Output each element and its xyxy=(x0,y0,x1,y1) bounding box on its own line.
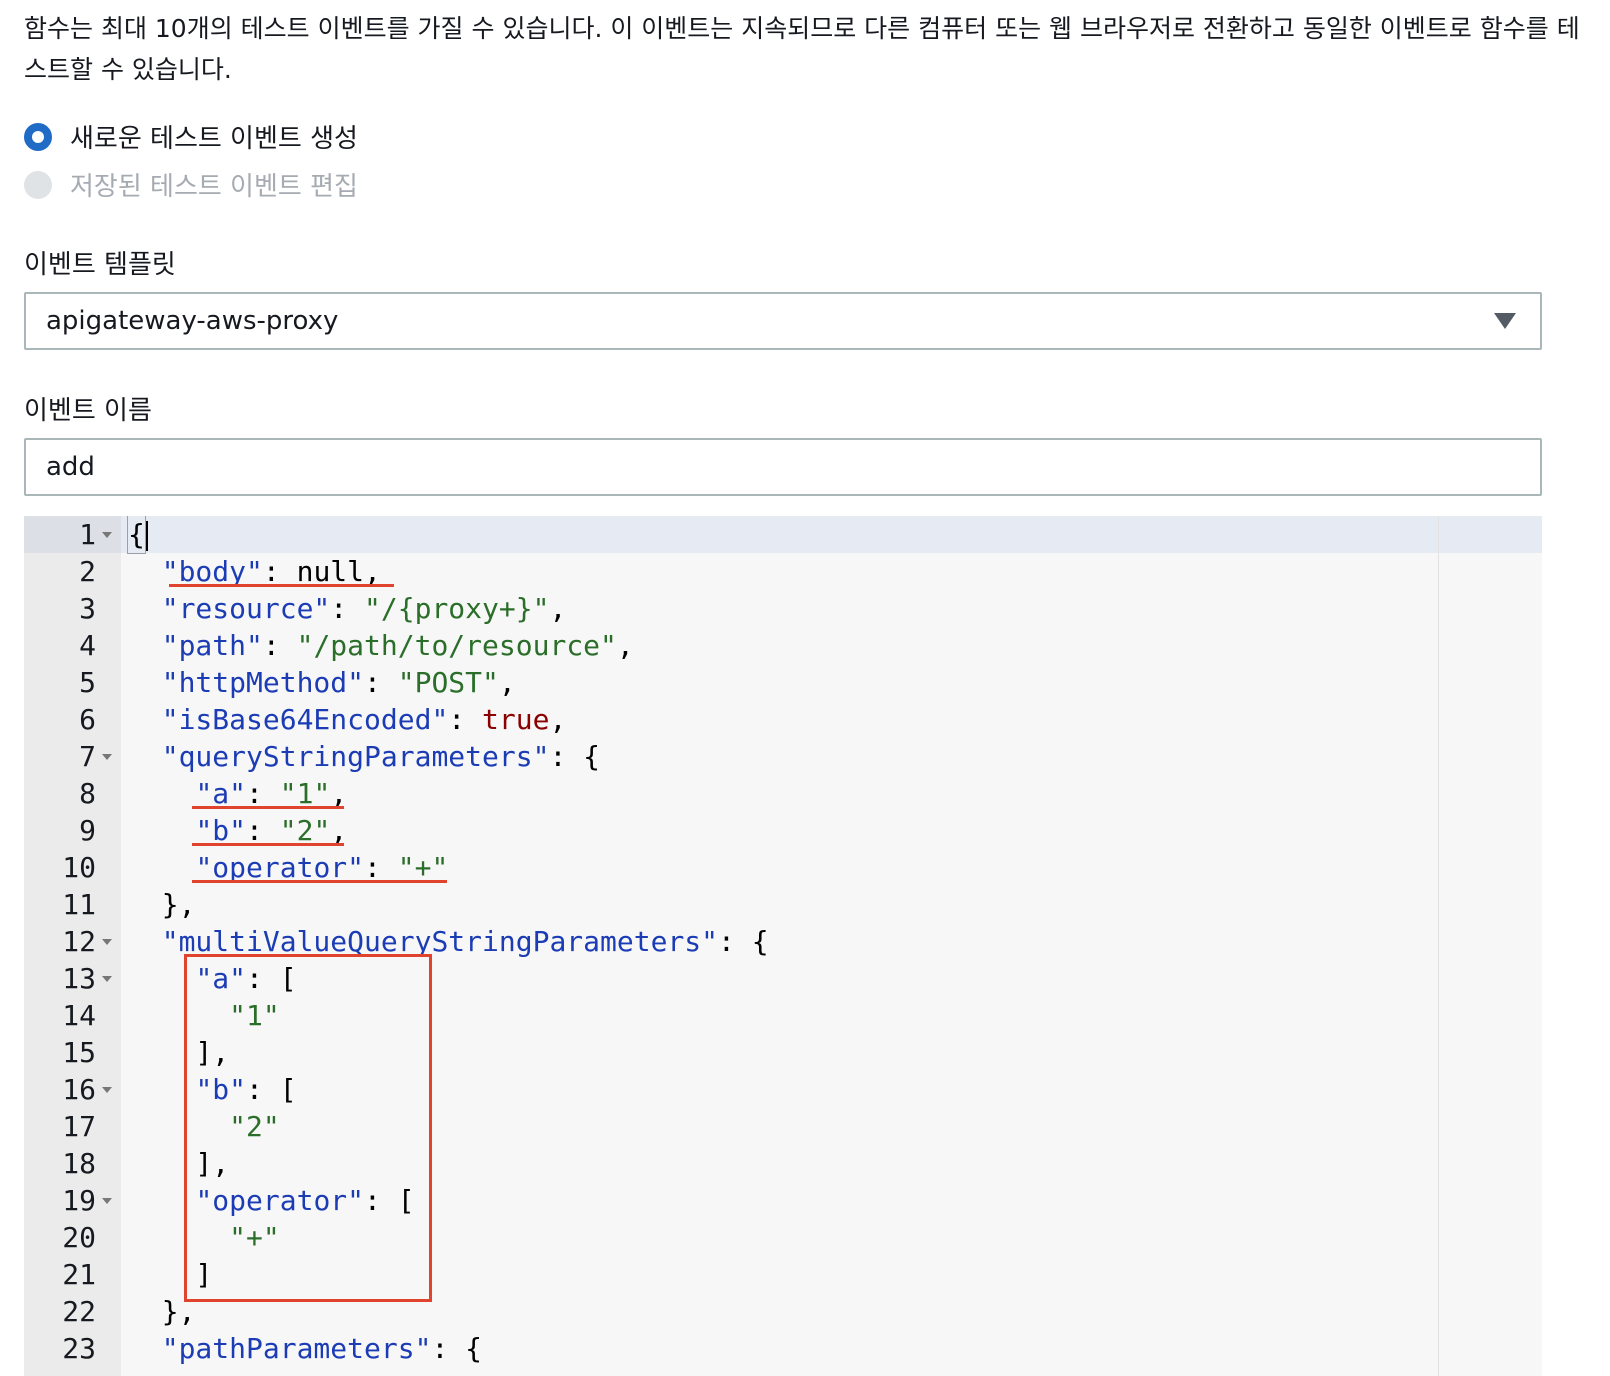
radio-create-new-label: 새로운 테스트 이벤트 생성 xyxy=(70,124,358,154)
code-text: }, xyxy=(128,888,196,921)
code-line[interactable]: 11 }, xyxy=(24,886,1542,923)
radio-edit-saved-label: 저장된 테스트 이벤트 편집 xyxy=(70,172,358,202)
fold-arrow-icon[interactable] xyxy=(102,976,112,982)
code-text: "resource": "/{proxy+}", xyxy=(161,592,567,625)
code-text: { xyxy=(127,516,148,554)
line-number: 23 xyxy=(62,1332,96,1365)
line-number: 4 xyxy=(79,629,96,662)
caret-down-icon xyxy=(1494,313,1516,329)
radio-create-new-event[interactable]: 새로운 테스트 이벤트 생성 xyxy=(24,118,358,155)
line-number: 6 xyxy=(79,703,96,736)
annotation-underline-b xyxy=(192,843,344,846)
annotation-underline-body xyxy=(169,584,394,587)
fold-arrow-icon[interactable] xyxy=(102,939,112,945)
line-number: 11 xyxy=(62,888,96,921)
line-number: 15 xyxy=(62,1036,96,1069)
json-code-editor[interactable]: 1{2 "body": null, 3 "resource": "/{proxy+… xyxy=(24,516,1542,1376)
radio-unselected-icon[interactable] xyxy=(24,170,52,199)
fold-arrow-icon[interactable] xyxy=(102,532,112,538)
description-text: 함수는 최대 10개의 테스트 이벤트를 가질 수 있습니다. 이 이벤트는 지… xyxy=(24,14,1580,84)
annotation-underline-a xyxy=(192,806,344,809)
line-number: 7 xyxy=(79,740,96,773)
radio-edit-saved-event[interactable]: 저장된 테스트 이벤트 편집 xyxy=(24,166,358,203)
line-number: 13 xyxy=(62,962,96,995)
code-text: "pathParameters": { xyxy=(161,1332,483,1365)
line-number: 14 xyxy=(62,999,96,1032)
line-number: 3 xyxy=(79,592,96,625)
code-text: "httpMethod": "POST", xyxy=(161,666,516,699)
event-name-input[interactable]: add xyxy=(24,438,1542,496)
fold-arrow-icon[interactable] xyxy=(102,1087,112,1093)
line-number: 12 xyxy=(62,925,96,958)
line-number: 22 xyxy=(62,1295,96,1328)
line-number: 2 xyxy=(79,555,96,588)
code-text: "queryStringParameters": { xyxy=(161,740,601,773)
line-number: 16 xyxy=(62,1073,96,1106)
line-number: 9 xyxy=(79,814,96,847)
event-template-value: apigateway-aws-proxy xyxy=(46,306,339,336)
line-number: 1 xyxy=(79,518,96,551)
code-text: "isBase64Encoded": true, xyxy=(161,703,567,736)
line-number: 19 xyxy=(62,1184,96,1217)
code-line[interactable]: 23 "pathParameters": { xyxy=(24,1330,1542,1367)
code-text: "path": "/path/to/resource", xyxy=(161,629,634,662)
code-line[interactable]: 3 "resource": "/{proxy+}", xyxy=(24,590,1542,627)
line-number: 10 xyxy=(62,851,96,884)
event-name-value: add xyxy=(46,452,95,482)
line-number: 20 xyxy=(62,1221,96,1254)
line-number: 8 xyxy=(79,777,96,810)
event-template-select[interactable]: apigateway-aws-proxy xyxy=(24,292,1542,350)
fold-arrow-icon[interactable] xyxy=(102,1198,112,1204)
text-cursor xyxy=(145,521,148,551)
code-line[interactable]: 1{ xyxy=(24,516,1542,554)
code-line[interactable]: 7 "queryStringParameters": { xyxy=(24,738,1542,775)
radio-selected-icon[interactable] xyxy=(24,122,52,151)
line-number: 17 xyxy=(62,1110,96,1143)
event-template-label: 이벤트 템플릿 xyxy=(24,250,176,280)
line-number: 18 xyxy=(62,1147,96,1180)
fold-arrow-icon[interactable] xyxy=(102,754,112,760)
code-line[interactable]: 5 "httpMethod": "POST", xyxy=(24,664,1542,701)
annotation-underline-operator xyxy=(192,880,447,883)
line-number: 21 xyxy=(62,1258,96,1291)
code-line[interactable]: 6 "isBase64Encoded": true, xyxy=(24,701,1542,738)
event-name-label: 이벤트 이름 xyxy=(24,396,152,426)
code-line[interactable]: 4 "path": "/path/to/resource", xyxy=(24,627,1542,664)
annotation-box-multivalue xyxy=(184,954,432,1302)
line-number: 5 xyxy=(79,666,96,699)
